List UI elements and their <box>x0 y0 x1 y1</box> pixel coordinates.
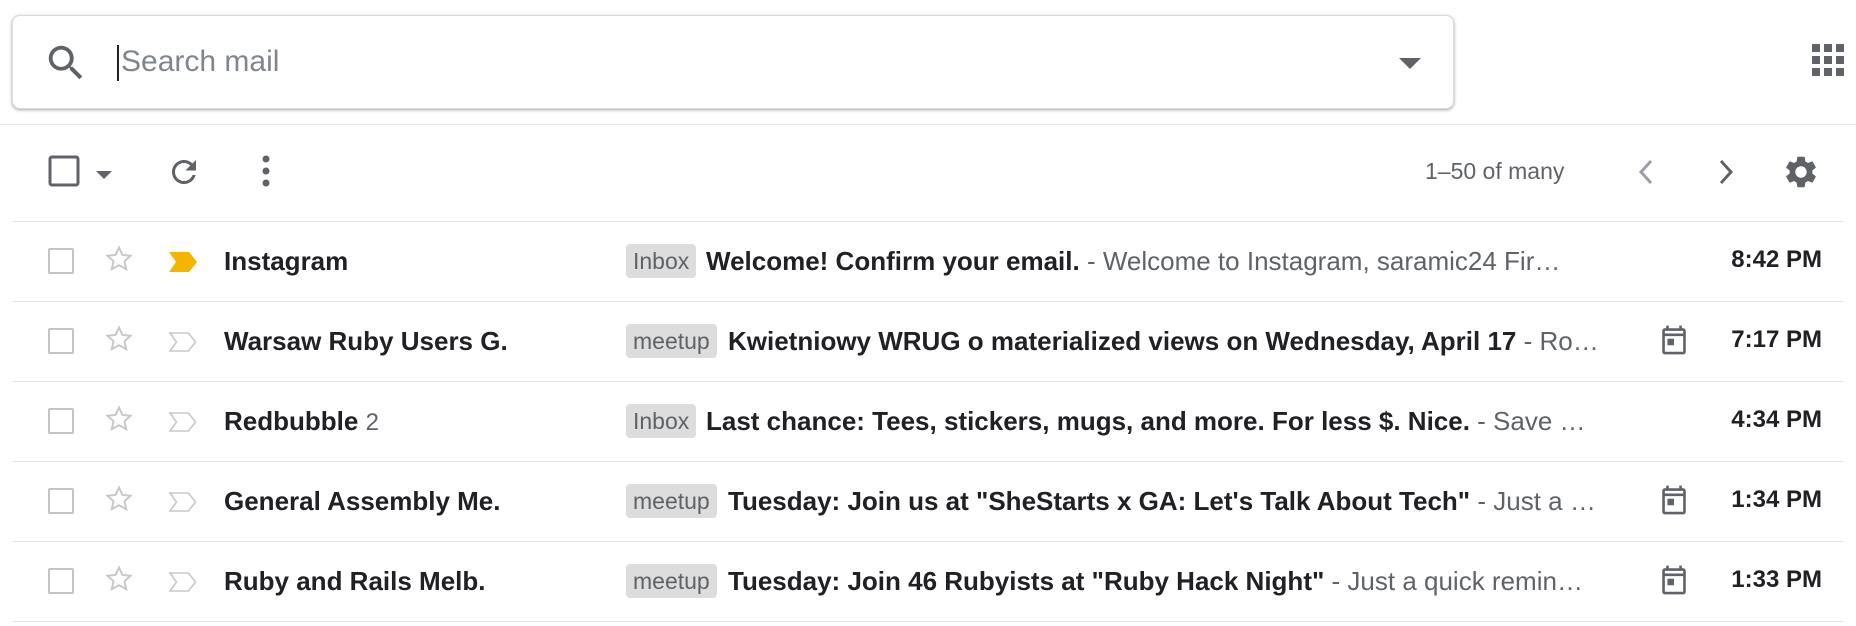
row-checkbox[interactable] <box>48 568 74 594</box>
star-icon[interactable] <box>104 404 134 441</box>
email-sender: General Assembly Me. <box>224 486 501 517</box>
important-marker-icon[interactable] <box>168 569 198 600</box>
email-subject-line: Tuesday: Join us at "SheStarts x GA: Let… <box>728 486 1648 517</box>
email-sender: Ruby and Rails Melb. <box>224 566 486 597</box>
email-time: 7:17 PM <box>1731 326 1822 353</box>
email-sender: Warsaw Ruby Users G. <box>224 326 508 357</box>
email-label-chip[interactable]: Inbox <box>626 244 697 278</box>
apps-grid-icon[interactable] <box>1812 44 1844 81</box>
email-list: Instagram Inbox Welcome! Confirm your emai… <box>0 222 1856 622</box>
important-marker-icon[interactable] <box>168 489 198 520</box>
important-marker-icon[interactable] <box>168 409 198 440</box>
mail-toolbar: 1–50 of many <box>12 125 1844 222</box>
star-icon[interactable] <box>104 324 134 361</box>
search-icon[interactable] <box>43 40 89 91</box>
refresh-icon[interactable] <box>166 154 202 195</box>
email-row[interactable]: General Assembly Me. meetup Tuesday: Join … <box>12 462 1844 542</box>
email-row[interactable]: Warsaw Ruby Users G. meetup Kwietniowy WRU… <box>12 302 1844 382</box>
email-label-chip[interactable]: meetup <box>626 564 717 598</box>
email-snippet: - Just a … <box>1470 486 1596 516</box>
sender-name: Ruby and Rails Melb. <box>224 566 486 596</box>
gear-icon[interactable] <box>1782 153 1820 196</box>
calendar-icon[interactable] <box>1658 483 1690 524</box>
important-marker-icon[interactable] <box>168 249 198 280</box>
email-snippet: - Save … <box>1469 406 1586 436</box>
sender-name: Redbubble <box>224 406 359 436</box>
thread-count: 2 <box>365 409 379 436</box>
email-subject-line: Tuesday: Join 46 Rubyists at "Ruby Hack … <box>728 566 1648 597</box>
email-subject-line: Kwietniowy WRUG o materialized views on … <box>728 326 1648 357</box>
email-time: 8:42 PM <box>1731 246 1822 273</box>
email-row[interactable]: Redbubble 2 Inbox Last chance: Tees, stick… <box>12 382 1844 462</box>
search-box[interactable] <box>12 15 1454 109</box>
sender-name: General Assembly Me. <box>224 486 501 516</box>
sender-name: Instagram <box>224 246 349 276</box>
calendar-icon[interactable] <box>1658 323 1690 364</box>
email-subject: Welcome! Confirm your email. <box>706 246 1080 276</box>
email-time: 4:34 PM <box>1731 406 1822 433</box>
row-checkbox[interactable] <box>48 408 74 434</box>
pagination-text: 1–50 of many <box>1425 158 1565 184</box>
row-checkbox[interactable] <box>48 328 74 354</box>
row-checkbox[interactable] <box>48 248 74 274</box>
search-options-caret-icon[interactable] <box>1399 57 1421 75</box>
row-checkbox[interactable] <box>48 488 74 514</box>
chevron-left-icon[interactable] <box>1638 159 1654 190</box>
email-subject: Kwietniowy WRUG o materialized views on … <box>728 326 1517 356</box>
email-snippet: - Ro… <box>1516 326 1599 356</box>
email-time: 1:34 PM <box>1731 486 1822 513</box>
email-subject: Tuesday: Join us at "SheStarts x GA: Let… <box>728 486 1471 516</box>
email-label-chip[interactable]: meetup <box>626 484 717 518</box>
email-snippet: - Welcome to Instagram, saramic24 Fir… <box>1079 246 1561 276</box>
email-subject-line: Welcome! Confirm your email. - Welcome t… <box>706 246 1648 277</box>
sender-name: Warsaw Ruby Users G. <box>224 326 508 356</box>
email-sender: Redbubble 2 <box>224 406 379 437</box>
email-sender: Instagram <box>224 246 348 277</box>
important-marker-icon[interactable] <box>168 329 198 360</box>
chevron-right-icon[interactable] <box>1718 159 1734 190</box>
star-icon[interactable] <box>104 564 134 601</box>
email-row[interactable]: Ruby and Rails Melb. meetup Tuesday: Join … <box>12 542 1844 622</box>
email-subject: Tuesday: Join 46 Rubyists at "Ruby Hack … <box>728 566 1325 596</box>
star-icon[interactable] <box>104 244 134 281</box>
email-subject: Last chance: Tees, stickers, mugs, and m… <box>706 406 1470 436</box>
email-label-chip[interactable]: Inbox <box>626 404 697 438</box>
calendar-icon[interactable] <box>1658 563 1690 604</box>
email-row[interactable]: Instagram Inbox Welcome! Confirm your emai… <box>12 222 1844 302</box>
top-bar <box>0 0 1856 125</box>
star-icon[interactable] <box>104 484 134 521</box>
email-time: 1:33 PM <box>1731 566 1822 593</box>
email-snippet: - Just a quick remin… <box>1324 566 1583 596</box>
email-subject-line: Last chance: Tees, stickers, mugs, and m… <box>706 406 1648 437</box>
search-input[interactable] <box>117 38 1361 86</box>
more-vert-icon[interactable] <box>262 155 270 192</box>
select-all-checkbox[interactable] <box>48 155 80 192</box>
email-label-chip[interactable]: meetup <box>626 324 717 358</box>
select-menu-caret-icon[interactable] <box>96 167 112 185</box>
